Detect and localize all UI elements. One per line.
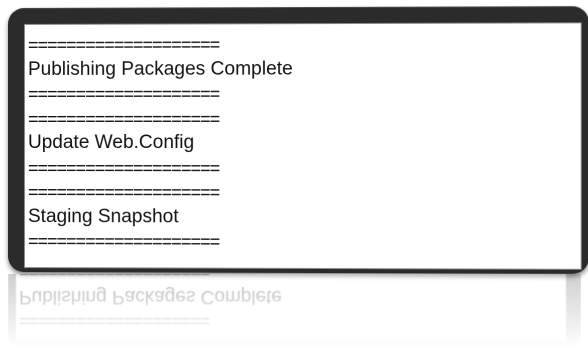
reflection-separator-line: ====================: [19, 311, 210, 331]
reflection-frame: ==================== Publishing Packages…: [8, 274, 581, 349]
window-reflection: ==================== Publishing Packages…: [8, 274, 581, 349]
console-output-panel[interactable]: ==================== Publishing Packages…: [23, 22, 582, 270]
console-window-frame: ==================== Publishing Packages…: [8, 6, 588, 274]
output-line-staging-snapshot: Staging Snapshot: [27, 205, 179, 227]
separator-line: ====================: [27, 231, 220, 252]
output-line-publishing-packages-complete: Publishing Packages Complete: [27, 57, 293, 80]
separator-line: ====================: [27, 157, 220, 178]
separator-line: ====================: [27, 182, 220, 203]
reflection-line: Publishing Packages Complete: [19, 286, 282, 308]
reflection-separator-line: ====================: [19, 274, 566, 284]
console-lines: ==================== Publishing Packages…: [25, 23, 581, 255]
separator-line: ====================: [27, 108, 220, 129]
output-line-update-web-config: Update Web.Config: [27, 131, 195, 154]
separator-line: ====================: [27, 34, 220, 55]
separator-line: ====================: [27, 83, 220, 104]
reflection-panel: ==================== Publishing Packages…: [16, 274, 566, 341]
